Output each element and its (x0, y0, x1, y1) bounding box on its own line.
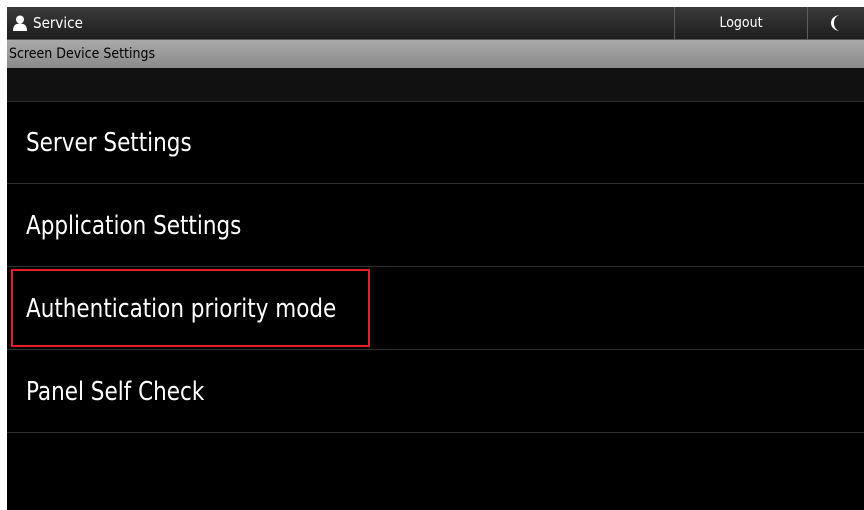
menu-item-authentication-priority-mode[interactable]: Authentication priority mode (7, 268, 864, 350)
user-name: Service (33, 14, 83, 32)
user-indicator: Service (13, 7, 83, 39)
menu-item-server-settings[interactable]: Server Settings (7, 102, 864, 184)
menu-item-application-settings[interactable]: Application Settings (7, 185, 864, 267)
top-bar: Service Logout (7, 7, 864, 40)
menu-item-panel-self-check[interactable]: Panel Self Check (7, 351, 864, 433)
menu-item-label: Panel Self Check (26, 376, 205, 407)
user-icon (13, 15, 27, 31)
spacer-strip (7, 68, 864, 102)
page-title: Screen Device Settings (7, 40, 864, 68)
moon-icon[interactable] (808, 7, 864, 39)
menu-item-label: Application Settings (26, 210, 242, 241)
device-panel: Service Logout Screen Device Settings Se… (7, 7, 864, 510)
menu-item-label: Server Settings (26, 127, 192, 158)
menu-item-label: Authentication priority mode (26, 293, 337, 324)
logout-button[interactable]: Logout (675, 7, 807, 39)
